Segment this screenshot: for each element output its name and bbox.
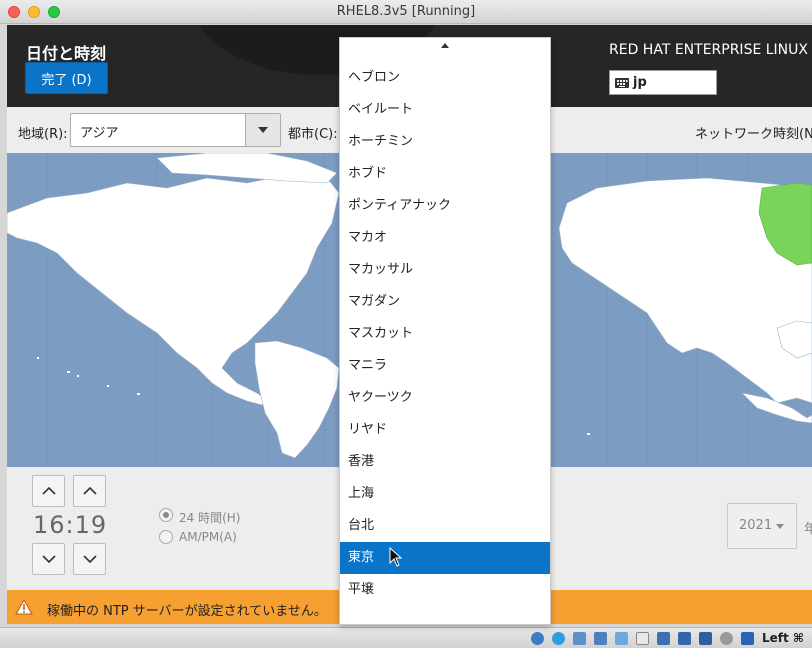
keyboard-icon: [615, 77, 629, 88]
keyboard-layout-label: jp: [633, 75, 647, 90]
city-label: 都市(C):: [288, 127, 338, 142]
chevron-up-icon: [441, 43, 449, 48]
warning-text: 稼働中の NTP サーバーが設定されていません。: [47, 604, 327, 619]
download-arrow-icon[interactable]: [741, 632, 754, 645]
display-icon[interactable]: [657, 632, 670, 645]
mouse-cursor-icon: [389, 546, 403, 571]
city-item[interactable]: ホーチミン: [340, 126, 550, 158]
format-24h-label: 24 時間(H): [179, 511, 241, 525]
year-combobox[interactable]: 2021: [727, 503, 797, 549]
city-item[interactable]: 香港: [340, 446, 550, 478]
city-item[interactable]: 平壌: [340, 574, 550, 606]
done-button[interactable]: 完了 (D): [25, 62, 108, 94]
host-key-label: Left ⌘: [762, 631, 805, 645]
format-ampm-radio[interactable]: [159, 530, 173, 544]
city-item[interactable]: 台北: [340, 510, 550, 542]
keyboard-layout-indicator[interactable]: jp: [609, 70, 717, 95]
city-dropdown-list[interactable]: ヘブロン ベイルート ホーチミン ホブド ポンティアナック マカオ マカッサル …: [339, 37, 551, 625]
city-item[interactable]: ホブド: [340, 158, 550, 190]
city-item[interactable]: マガダン: [340, 286, 550, 318]
page-title: 日付と時刻: [26, 44, 107, 63]
minute-up-button[interactable]: [73, 475, 106, 507]
city-item[interactable]: ポンティアナック: [340, 190, 550, 222]
year-value: 2021: [739, 518, 773, 533]
mouse-integration-icon[interactable]: [720, 632, 733, 645]
window-titlebar: RHEL8.3v5 [Running]: [0, 0, 812, 24]
usb-icon[interactable]: [615, 632, 628, 645]
city-item[interactable]: ヤクーツク: [340, 382, 550, 414]
hour-up-button[interactable]: [32, 475, 65, 507]
region-combobox[interactable]: アジア: [70, 113, 281, 147]
optical-drive-icon[interactable]: [552, 632, 565, 645]
region-label: 地域(R):: [18, 127, 68, 142]
format-ampm-label: AM/PM(A): [179, 530, 237, 544]
year-unit-label: 年: [804, 522, 812, 537]
region-dropdown-button[interactable]: [245, 114, 280, 146]
chevron-down-icon: [258, 127, 268, 133]
chevron-down-icon: [776, 524, 784, 529]
virtualization-icon[interactable]: [699, 632, 712, 645]
city-item-selected[interactable]: 東京: [340, 542, 550, 574]
format-24h-radio[interactable]: [159, 508, 173, 522]
city-item[interactable]: マニラ: [340, 350, 550, 382]
city-item[interactable]: マカオ: [340, 222, 550, 254]
city-item[interactable]: ベイルート: [340, 94, 550, 126]
time-display: 16:19: [33, 511, 108, 539]
region-value: アジア: [80, 126, 119, 141]
scroll-up-arrow[interactable]: [340, 38, 550, 58]
city-item[interactable]: マスカット: [340, 318, 550, 350]
audio-icon[interactable]: [573, 632, 586, 645]
video-capture-icon[interactable]: [678, 632, 691, 645]
shared-folders-icon[interactable]: [636, 632, 649, 645]
window-title: RHEL8.3v5 [Running]: [336, 4, 476, 19]
hard-disk-icon[interactable]: [531, 632, 544, 645]
city-item[interactable]: 上海: [340, 478, 550, 510]
vm-statusbar: Left ⌘: [0, 627, 812, 648]
warning-icon: [15, 598, 33, 619]
city-item[interactable]: マカッサル: [340, 254, 550, 286]
product-name: RED HAT ENTERPRISE LINUX: [609, 42, 808, 58]
hour-down-button[interactable]: [32, 543, 65, 575]
city-item[interactable]: ヘブロン: [340, 62, 550, 94]
minute-down-button[interactable]: [73, 543, 106, 575]
network-icon[interactable]: [594, 632, 607, 645]
city-item[interactable]: リヤド: [340, 414, 550, 446]
network-time-label: ネットワーク時刻(N: [695, 127, 812, 142]
